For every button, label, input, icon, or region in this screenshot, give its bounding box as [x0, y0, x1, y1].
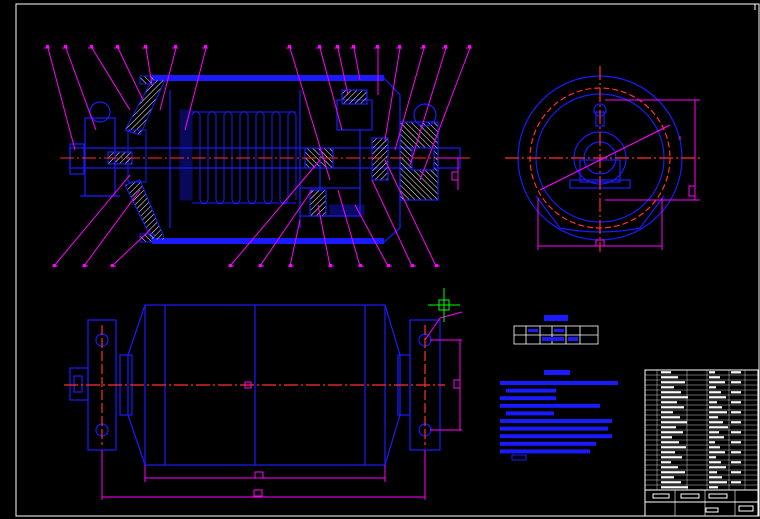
text-line: [500, 419, 612, 423]
text-line: [500, 449, 590, 454]
text-line: [500, 381, 618, 385]
text-line: [506, 411, 554, 416]
text-line: [500, 434, 612, 439]
text-line: [500, 426, 608, 431]
text-line: [500, 441, 596, 446]
text-line: [500, 396, 556, 401]
cad-drawing-canvas[interactable]: [0, 0, 760, 519]
text-line: [506, 388, 556, 393]
text-line: [500, 403, 600, 408]
